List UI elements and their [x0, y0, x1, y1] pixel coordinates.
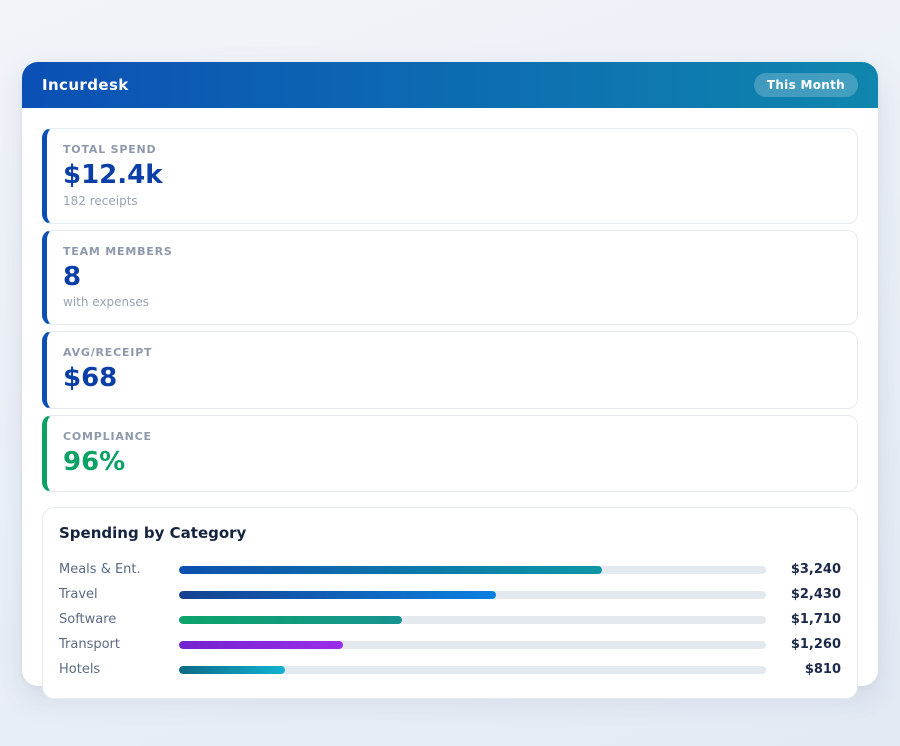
- bar-track: [179, 591, 766, 599]
- stat-value: 96%: [63, 448, 841, 477]
- bar-row-meals: Meals & Ent. $3,240: [59, 557, 841, 582]
- spending-by-category-card: Spending by Category Meals & Ent. $3,240…: [42, 507, 858, 699]
- bar-value: $2,430: [775, 587, 841, 602]
- bar-label: Travel: [59, 587, 179, 602]
- bar-row-transport: Transport $1,260: [59, 632, 841, 657]
- bar-fill: [179, 591, 496, 599]
- stat-value: 8: [63, 263, 841, 292]
- bar-track: [179, 641, 766, 649]
- bar-label: Transport: [59, 637, 179, 652]
- dashboard-content: TOTAL SPEND $12.4k 182 receipts TEAM MEM…: [22, 108, 878, 719]
- stat-subtext: 182 receipts: [63, 194, 841, 208]
- stat-label: AVG/RECEIPT: [63, 346, 841, 359]
- stat-subtext: with expenses: [63, 295, 841, 309]
- bar-value: $1,710: [775, 612, 841, 627]
- period-badge[interactable]: This Month: [754, 73, 858, 97]
- bar-label: Software: [59, 612, 179, 627]
- stat-label: COMPLIANCE: [63, 430, 841, 443]
- bar-fill: [179, 641, 343, 649]
- bar-row-software: Software $1,710: [59, 607, 841, 632]
- app-title: Incurdesk: [42, 76, 129, 94]
- bar-track: [179, 566, 766, 574]
- bar-track: [179, 616, 766, 624]
- dashboard-panel: Incurdesk This Month TOTAL SPEND $12.4k …: [22, 62, 878, 686]
- stat-label: TEAM MEMBERS: [63, 245, 841, 258]
- bar-value: $1,260: [775, 637, 841, 652]
- bar-label: Meals & Ent.: [59, 562, 179, 577]
- stat-card-team-members: TEAM MEMBERS 8 with expenses: [42, 230, 858, 326]
- chart-title: Spending by Category: [59, 524, 841, 542]
- bar-label: Hotels: [59, 662, 179, 677]
- bar-fill: [179, 666, 285, 674]
- bar-row-travel: Travel $2,430: [59, 582, 841, 607]
- stat-label: TOTAL SPEND: [63, 143, 841, 156]
- stat-card-compliance: COMPLIANCE 96%: [42, 415, 858, 493]
- bar-row-hotels: Hotels $810: [59, 657, 841, 682]
- stat-card-total-spend: TOTAL SPEND $12.4k 182 receipts: [42, 128, 858, 224]
- bar-value: $3,240: [775, 562, 841, 577]
- bar-fill: [179, 566, 602, 574]
- bar-track: [179, 666, 766, 674]
- stat-value: $68: [63, 364, 841, 393]
- app-header: Incurdesk This Month: [22, 62, 878, 108]
- bar-value: $810: [775, 662, 841, 677]
- stat-card-avg-receipt: AVG/RECEIPT $68: [42, 331, 858, 409]
- bar-fill: [179, 616, 402, 624]
- stat-value: $12.4k: [63, 161, 841, 190]
